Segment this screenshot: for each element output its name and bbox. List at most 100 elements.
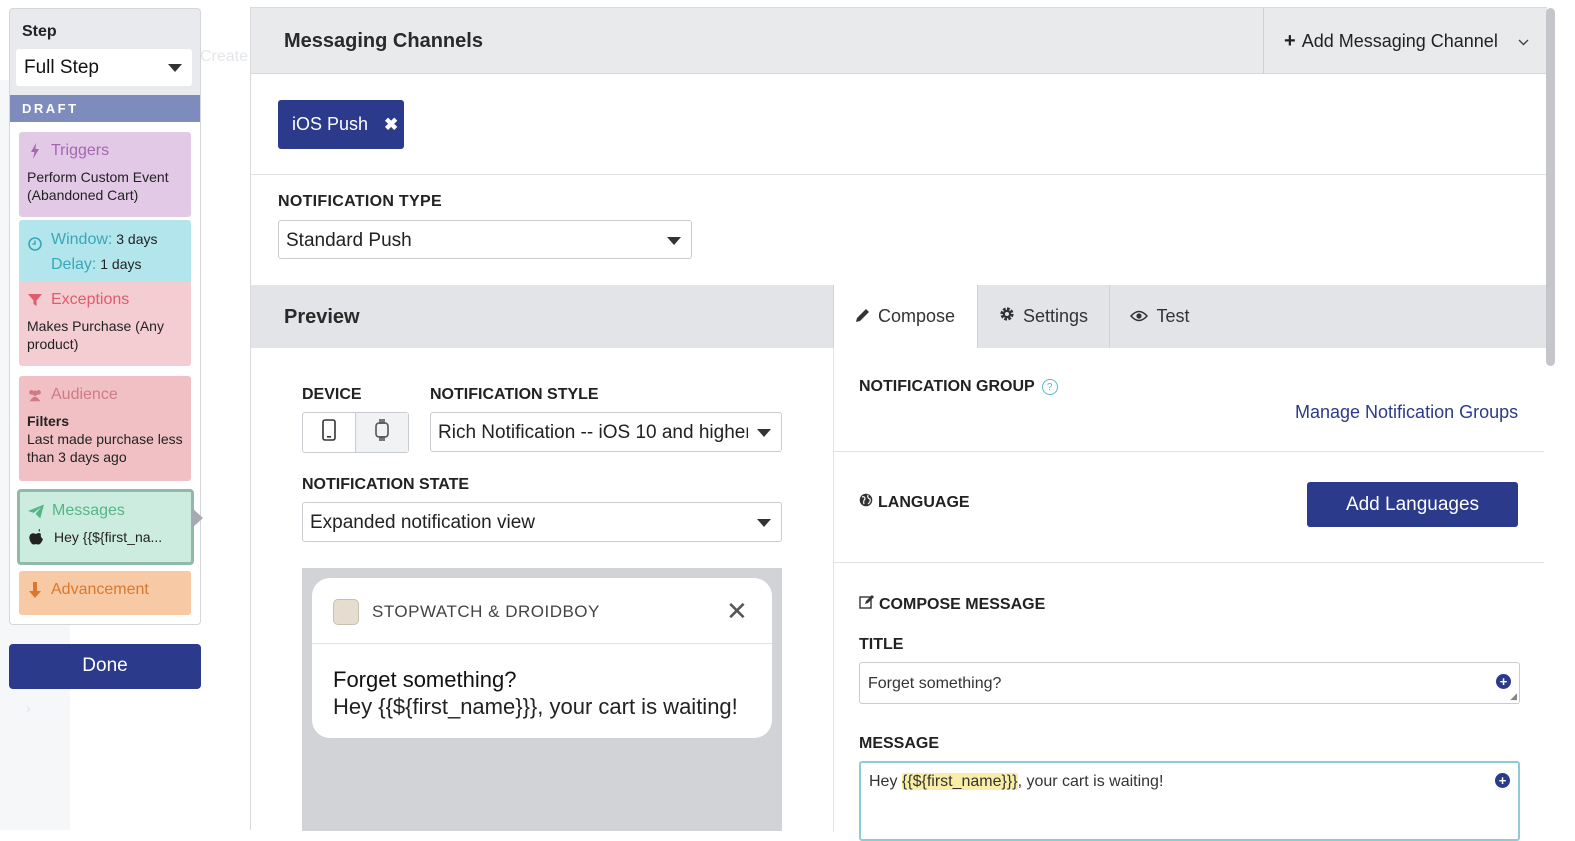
window-value: 3 days [116, 231, 158, 247]
remove-channel-icon[interactable]: ✖ [384, 115, 398, 135]
scrollbar-thumb[interactable] [1546, 8, 1555, 366]
background-ghost-text: Create [200, 48, 249, 65]
pencil-icon [855, 306, 870, 327]
plus-icon: + [1284, 29, 1296, 52]
watch-device-button[interactable] [355, 413, 408, 452]
messages-card[interactable]: Messages Hey {{${first_na... [17, 489, 194, 565]
globe-icon [859, 493, 873, 512]
delay-label: Delay: [51, 256, 97, 273]
audience-text: Last made purchase less than 3 days ago [27, 431, 183, 465]
gear-icon [999, 306, 1015, 327]
channel-pill-ios-push[interactable]: iOS Push ✖ [278, 100, 404, 149]
notification-group-label: NOTIFICATION GROUP? [859, 378, 1058, 396]
window-card[interactable]: Window: 3 days Delay: 1 days [19, 220, 191, 285]
advancement-card[interactable]: Advancement [19, 571, 191, 615]
notification-style-label: NOTIFICATION STYLE [430, 386, 599, 403]
notification-body: Hey {{${first_name}}}, your cart is wait… [333, 694, 738, 719]
message-editor: Messaging Channels + Add Messaging Chann… [250, 7, 1548, 841]
compose-tabs: Compose Settings Test [833, 285, 1548, 348]
language-text: LANGUAGE [878, 493, 970, 511]
tab-compose-label: Compose [877, 306, 956, 326]
device-label: DEVICE [302, 386, 362, 403]
notification-state-select[interactable]: Expanded notification view [302, 502, 782, 542]
notification-preview-card: STOPWATCH & DROIDBOY ✕ Forget something?… [312, 578, 772, 738]
insert-personalization-icon[interactable]: + [1495, 773, 1510, 788]
tab-settings[interactable]: Settings [978, 285, 1110, 348]
messaging-channels-title: Messaging Channels [284, 30, 483, 52]
step-label: Step [22, 23, 57, 40]
manage-notification-groups-link[interactable]: Manage Notification Groups [1295, 402, 1518, 423]
notification-state-label: NOTIFICATION STATE [302, 476, 470, 493]
notification-style-select[interactable]: Rich Notification -- iOS 10 and higher [430, 412, 782, 452]
add-messaging-channel-button[interactable]: + Add Messaging Channel [1263, 8, 1548, 74]
caret-down-icon [667, 237, 681, 245]
phone-device-button[interactable] [303, 413, 355, 452]
exceptions-title: Exceptions [51, 291, 130, 308]
delay-value: 1 days [100, 256, 142, 272]
notification-type-value: Standard Push [286, 230, 412, 251]
device-toggle [302, 412, 409, 453]
arrow-down-icon [27, 582, 43, 598]
lightning-icon [27, 143, 43, 159]
tab-compose[interactable]: Compose [833, 285, 978, 348]
compose-message-text: COMPOSE MESSAGE [879, 595, 1046, 613]
chevron-down-icon [1518, 33, 1529, 49]
paper-plane-icon [28, 503, 44, 519]
audience-card[interactable]: Audience Filters Last made purchase less… [19, 376, 191, 481]
audience-title: Audience [51, 386, 118, 403]
notification-app-name: STOPWATCH & DROIDBOY [372, 602, 600, 621]
title-input-value: Forget something? [868, 675, 1002, 692]
notification-type-select[interactable]: Standard Push [278, 220, 692, 259]
selected-step-pointer [192, 508, 203, 528]
close-icon: ✕ [726, 596, 748, 626]
clock-icon [27, 230, 43, 274]
tab-test[interactable]: Test [1110, 285, 1210, 348]
triggers-card[interactable]: Triggers Perform Custom Event (Abandoned… [19, 132, 191, 217]
divider [834, 451, 1544, 452]
preview-title: Preview [284, 306, 360, 328]
channel-pill-label: iOS Push [292, 114, 369, 134]
notification-style-value: Rich Notification -- iOS 10 and higher [438, 422, 748, 443]
message-input[interactable]: Hey {{${first_name}}}, your cart is wait… [859, 761, 1520, 841]
divider [251, 174, 1548, 175]
tab-settings-label: Settings [1022, 306, 1089, 326]
help-icon[interactable]: ? [1041, 379, 1058, 395]
chevron-right-icon: › [26, 700, 31, 716]
add-languages-button[interactable]: Add Languages [1307, 482, 1518, 527]
compose-message-label: COMPOSE MESSAGE [859, 595, 1045, 614]
triggers-title: Triggers [51, 142, 110, 159]
exceptions-text: Makes Purchase (Any product) [27, 318, 164, 352]
apple-icon [28, 529, 44, 545]
language-label: LANGUAGE [859, 493, 970, 512]
add-messaging-channel-label: Add Messaging Channel [1301, 30, 1498, 51]
window-label: Window: [51, 231, 113, 248]
resize-handle-icon[interactable]: ◢ [1510, 691, 1517, 702]
messages-title: Messages [52, 502, 125, 519]
notification-title: Forget something? [333, 667, 517, 692]
title-input[interactable]: Forget something? + ◢ [859, 662, 1520, 704]
caret-down-icon [757, 429, 771, 437]
notification-type-label: NOTIFICATION TYPE [278, 193, 442, 210]
tab-test-label: Test [1156, 306, 1190, 326]
insert-personalization-icon[interactable]: + [1496, 674, 1511, 689]
users-icon [27, 388, 43, 402]
edit-icon [859, 595, 874, 614]
title-label: TITLE [859, 636, 904, 653]
app-icon [333, 599, 359, 625]
step-select-value: Full Step [24, 57, 99, 78]
message-label: MESSAGE [859, 735, 940, 752]
done-button[interactable]: Done [9, 644, 201, 689]
exceptions-card[interactable]: Exceptions Makes Purchase (Any product) [19, 281, 191, 366]
caret-down-icon [168, 64, 182, 72]
filter-icon [27, 293, 43, 307]
advancement-title: Advancement [51, 581, 149, 598]
caret-down-icon [757, 519, 771, 527]
step-select[interactable]: Full Step [16, 49, 192, 86]
phone-icon [322, 419, 336, 446]
draft-status-bar: DRAFT [10, 95, 200, 122]
notification-group-text: NOTIFICATION GROUP [859, 378, 1035, 395]
divider [834, 562, 1544, 563]
step-panel: Step Full Step DRAFT Triggers Perform Cu… [9, 8, 201, 625]
messages-preview: Hey {{${first_na... [54, 529, 163, 545]
message-variable: {{${first_name}}} [901, 773, 1018, 790]
